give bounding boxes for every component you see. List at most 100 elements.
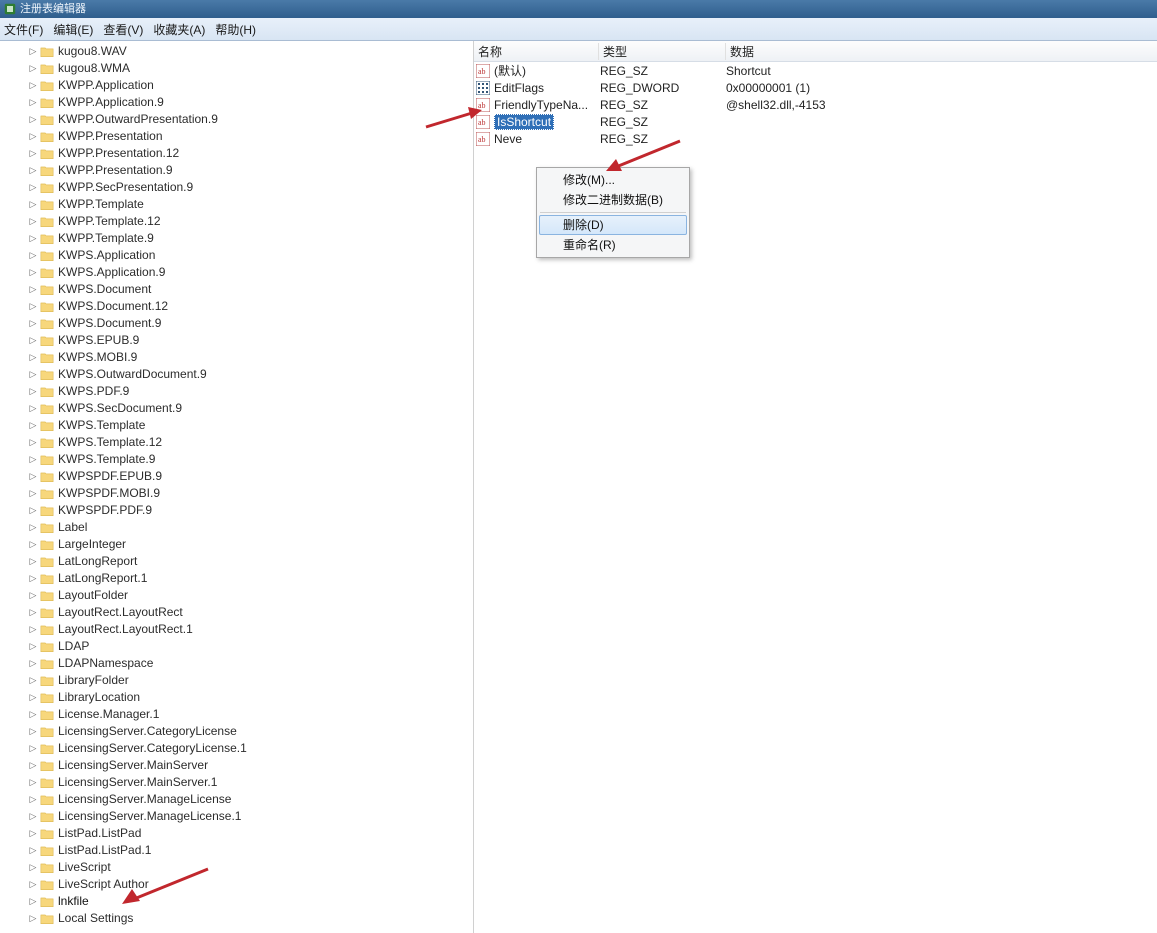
chevron-right-icon[interactable]: ▷ [28, 740, 38, 757]
chevron-right-icon[interactable]: ▷ [28, 281, 38, 298]
context-menu-modify[interactable]: 修改(M)... [539, 170, 687, 190]
tree-item[interactable]: ▷Label [0, 519, 473, 536]
tree-item[interactable]: ▷KWPS.SecDocument.9 [0, 400, 473, 417]
tree-item[interactable]: ▷License.Manager.1 [0, 706, 473, 723]
tree-item[interactable]: ▷Local Settings [0, 910, 473, 927]
tree-item[interactable]: ▷ListPad.ListPad [0, 825, 473, 842]
tree-item[interactable]: ▷ListPad.ListPad.1 [0, 842, 473, 859]
chevron-right-icon[interactable]: ▷ [28, 825, 38, 842]
tree-item[interactable]: ▷KWPS.EPUB.9 [0, 332, 473, 349]
chevron-right-icon[interactable]: ▷ [28, 553, 38, 570]
tree-item[interactable]: ▷LDAP [0, 638, 473, 655]
value-row[interactable]: ab(默认)REG_SZShortcut [474, 62, 1157, 79]
chevron-right-icon[interactable]: ▷ [28, 791, 38, 808]
chevron-right-icon[interactable]: ▷ [28, 485, 38, 502]
chevron-right-icon[interactable]: ▷ [28, 723, 38, 740]
chevron-right-icon[interactable]: ▷ [28, 876, 38, 893]
tree-item[interactable]: ▷KWPP.SecPresentation.9 [0, 179, 473, 196]
chevron-right-icon[interactable]: ▷ [28, 196, 38, 213]
chevron-right-icon[interactable]: ▷ [28, 638, 38, 655]
chevron-right-icon[interactable]: ▷ [28, 60, 38, 77]
tree-item[interactable]: ▷KWPS.Template [0, 417, 473, 434]
chevron-right-icon[interactable]: ▷ [28, 434, 38, 451]
tree-item[interactable]: ▷LicensingServer.CategoryLicense [0, 723, 473, 740]
value-row[interactable]: abNeveREG_SZ [474, 130, 1157, 147]
tree-scroll[interactable]: ▷kugou8.WAV▷kugou8.WMA▷KWPP.Application▷… [0, 41, 473, 933]
chevron-right-icon[interactable]: ▷ [28, 366, 38, 383]
tree-item[interactable]: ▷KWPP.Presentation.9 [0, 162, 473, 179]
chevron-right-icon[interactable]: ▷ [28, 621, 38, 638]
tree-item[interactable]: ▷KWPP.Presentation [0, 128, 473, 145]
chevron-right-icon[interactable]: ▷ [28, 43, 38, 60]
tree-item[interactable]: ▷kugou8.WAV [0, 43, 473, 60]
tree-item[interactable]: ▷LayoutRect.LayoutRect [0, 604, 473, 621]
context-menu-modify-binary[interactable]: 修改二进制数据(B) [539, 190, 687, 210]
value-row[interactable]: abFriendlyTypeNa...REG_SZ@shell32.dll,-4… [474, 96, 1157, 113]
tree-item[interactable]: ▷KWPP.Template.9 [0, 230, 473, 247]
tree-item[interactable]: ▷LicensingServer.MainServer [0, 757, 473, 774]
chevron-right-icon[interactable]: ▷ [28, 162, 38, 179]
column-header-type[interactable]: 类型 [599, 43, 726, 60]
chevron-right-icon[interactable]: ▷ [28, 706, 38, 723]
tree-item[interactable]: ▷KWPP.Template [0, 196, 473, 213]
chevron-right-icon[interactable]: ▷ [28, 859, 38, 876]
chevron-right-icon[interactable]: ▷ [28, 893, 38, 910]
chevron-right-icon[interactable]: ▷ [28, 689, 38, 706]
tree-item[interactable]: ▷KWPS.PDF.9 [0, 383, 473, 400]
column-header-name[interactable]: 名称 [474, 43, 599, 60]
chevron-right-icon[interactable]: ▷ [28, 774, 38, 791]
tree-item[interactable]: ▷KWPS.OutwardDocument.9 [0, 366, 473, 383]
tree-item[interactable]: ▷LibraryFolder [0, 672, 473, 689]
tree-item[interactable]: ▷KWPS.Document.12 [0, 298, 473, 315]
tree-item[interactable]: ▷KWPP.Application [0, 77, 473, 94]
tree-item[interactable]: ▷kugou8.WMA [0, 60, 473, 77]
chevron-right-icon[interactable]: ▷ [28, 451, 38, 468]
chevron-right-icon[interactable]: ▷ [28, 128, 38, 145]
chevron-right-icon[interactable]: ▷ [28, 655, 38, 672]
chevron-right-icon[interactable]: ▷ [28, 808, 38, 825]
tree-item[interactable]: ▷KWPP.Template.12 [0, 213, 473, 230]
chevron-right-icon[interactable]: ▷ [28, 672, 38, 689]
tree-item[interactable]: ▷LicensingServer.MainServer.1 [0, 774, 473, 791]
tree-item[interactable]: ▷LayoutRect.LayoutRect.1 [0, 621, 473, 638]
tree-item[interactable]: ▷KWPSPDF.PDF.9 [0, 502, 473, 519]
tree-item[interactable]: ▷LatLongReport.1 [0, 570, 473, 587]
tree-item[interactable]: ▷KWPSPDF.EPUB.9 [0, 468, 473, 485]
chevron-right-icon[interactable]: ▷ [28, 842, 38, 859]
menu-help[interactable]: 帮助(H) [215, 21, 256, 38]
menu-favorites[interactable]: 收藏夹(A) [153, 21, 205, 38]
tree-item[interactable]: ▷KWPS.MOBI.9 [0, 349, 473, 366]
tree-item[interactable]: ▷LatLongReport [0, 553, 473, 570]
chevron-right-icon[interactable]: ▷ [28, 468, 38, 485]
tree-item[interactable]: ▷KWPSPDF.MOBI.9 [0, 485, 473, 502]
tree-item[interactable]: ▷LDAPNamespace [0, 655, 473, 672]
chevron-right-icon[interactable]: ▷ [28, 383, 38, 400]
chevron-right-icon[interactable]: ▷ [28, 519, 38, 536]
chevron-right-icon[interactable]: ▷ [28, 111, 38, 128]
tree-item[interactable]: ▷KWPP.OutwardPresentation.9 [0, 111, 473, 128]
context-menu-rename[interactable]: 重命名(R) [539, 235, 687, 255]
tree-item[interactable]: ▷KWPS.Application.9 [0, 264, 473, 281]
tree-item[interactable]: ▷LibraryLocation [0, 689, 473, 706]
chevron-right-icon[interactable]: ▷ [28, 417, 38, 434]
chevron-right-icon[interactable]: ▷ [28, 315, 38, 332]
chevron-right-icon[interactable]: ▷ [28, 230, 38, 247]
chevron-right-icon[interactable]: ▷ [28, 502, 38, 519]
menu-file[interactable]: 文件(F) [4, 21, 43, 38]
tree-item[interactable]: ▷LiveScript Author [0, 876, 473, 893]
tree-item[interactable]: ▷KWPP.Application.9 [0, 94, 473, 111]
tree-item[interactable]: ▷lnkfile [0, 893, 473, 910]
tree-item[interactable]: ▷KWPP.Presentation.12 [0, 145, 473, 162]
chevron-right-icon[interactable]: ▷ [28, 77, 38, 94]
chevron-right-icon[interactable]: ▷ [28, 757, 38, 774]
menu-edit[interactable]: 编辑(E) [53, 21, 93, 38]
tree-item[interactable]: ▷LayoutFolder [0, 587, 473, 604]
value-row[interactable]: EditFlagsREG_DWORD0x00000001 (1) [474, 79, 1157, 96]
chevron-right-icon[interactable]: ▷ [28, 179, 38, 196]
chevron-right-icon[interactable]: ▷ [28, 536, 38, 553]
tree-item[interactable]: ▷KWPS.Document.9 [0, 315, 473, 332]
tree-item[interactable]: ▷KWPS.Document [0, 281, 473, 298]
chevron-right-icon[interactable]: ▷ [28, 264, 38, 281]
tree-item[interactable]: ▷LicensingServer.CategoryLicense.1 [0, 740, 473, 757]
value-row[interactable]: abIsShortcutREG_SZ [474, 113, 1157, 130]
